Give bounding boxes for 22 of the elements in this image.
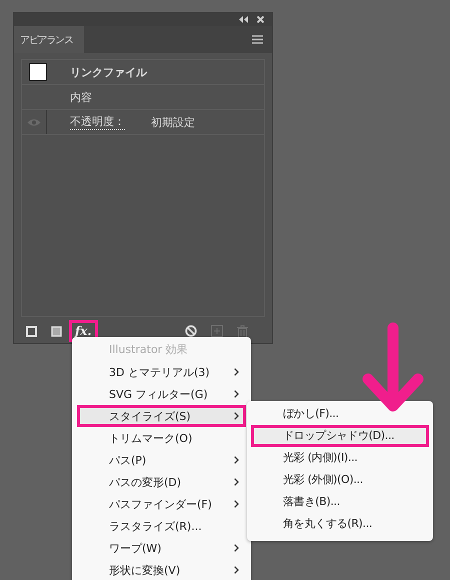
menu-item[interactable]: ドロップシャドウ(D)... (251, 425, 429, 447)
opacity-link[interactable]: 不透明度： (70, 114, 125, 130)
menu-item[interactable]: 形状に変換(V) (72, 559, 251, 580)
panel-tab[interactable]: アピアランス (14, 26, 84, 53)
menu-icon[interactable] (252, 35, 263, 44)
add-stroke-icon[interactable] (26, 326, 37, 336)
menu-item[interactable]: スタイライズ(S) (77, 405, 246, 427)
close-icon[interactable] (257, 16, 264, 23)
menu-item[interactable]: ぼかし(F)... (247, 403, 433, 425)
fill-swatch (28, 63, 46, 81)
menu-item[interactable]: SVG フィルター(G) (72, 383, 251, 405)
contents-label: 内容 (70, 90, 92, 104)
menu-item[interactable]: トリムマーク(O) (72, 427, 251, 449)
menu-item[interactable]: 3D とマテリアル(3) (72, 361, 251, 383)
add-fill-icon[interactable] (51, 326, 62, 336)
object-label: リンクファイル (70, 64, 147, 80)
opacity-value: 初期設定 (151, 114, 195, 130)
menu-header: Illustrator 効果 (108, 342, 189, 358)
collapse-icon[interactable] (239, 16, 248, 23)
clear-icon[interactable] (185, 325, 197, 337)
down-arrow-icon (362, 322, 424, 414)
menu-item[interactable]: ワープ(W) (72, 537, 251, 559)
